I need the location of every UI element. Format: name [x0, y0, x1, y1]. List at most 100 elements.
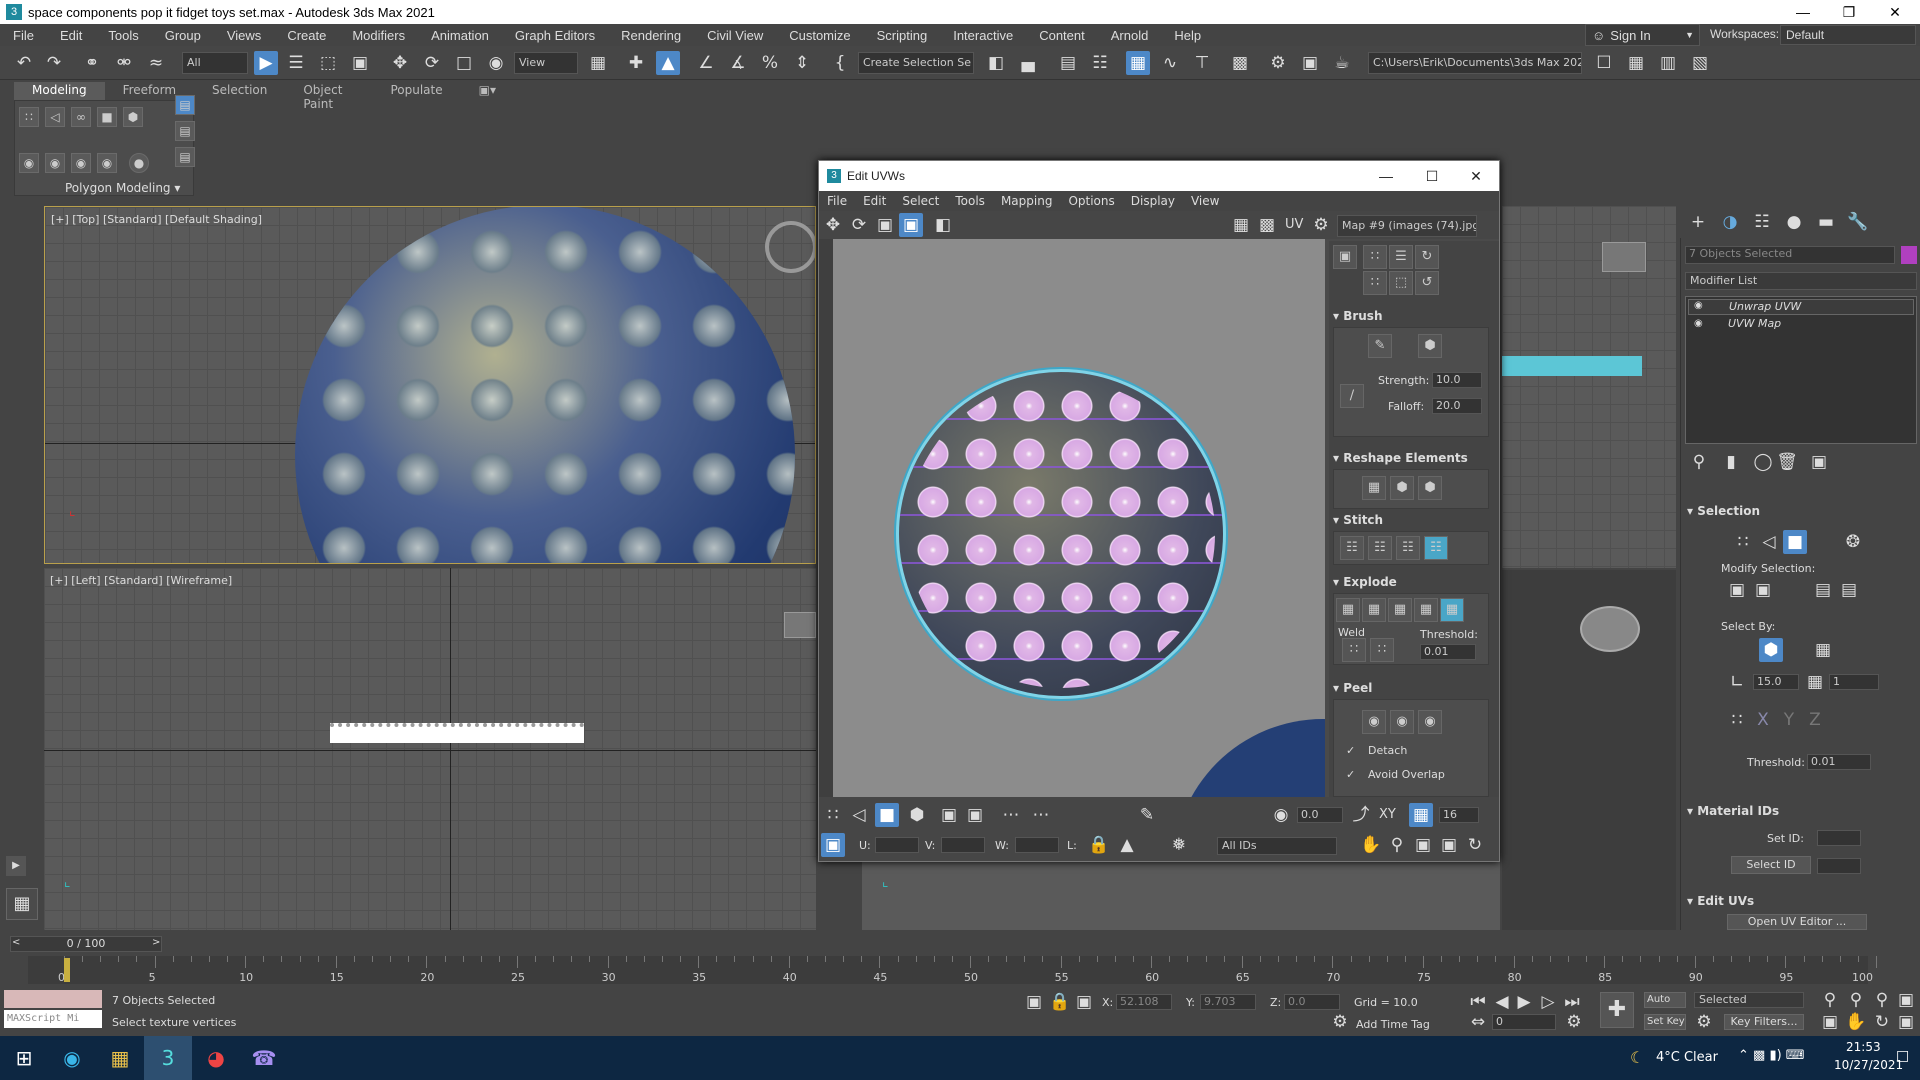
menu-views[interactable]: Views — [214, 28, 274, 43]
material-ids-rollout-header[interactable]: ▾ Material IDs — [1687, 804, 1779, 818]
reshape-header[interactable]: ▾ Reshape Elements — [1333, 451, 1468, 467]
make-unique-icon[interactable]: ◯ — [1751, 450, 1775, 474]
falloff-spinner[interactable]: 20.0 — [1432, 398, 1482, 414]
detach-icon[interactable]: ▦ — [1362, 598, 1386, 622]
auto-key-button[interactable]: Auto K... — [1644, 992, 1686, 1008]
key-mode-icon[interactable]: ⇔ — [1466, 1010, 1490, 1034]
move-icon[interactable]: ✥ — [388, 51, 412, 75]
constrain-icon[interactable]: ▤ — [175, 121, 195, 141]
menu-file[interactable]: File — [0, 28, 47, 43]
element-mode-icon[interactable]: ⬢ — [905, 803, 929, 827]
uvw-close-button[interactable]: ✕ — [1453, 161, 1499, 191]
viewport-top-label[interactable]: [+] [Top] [Standard] [Default Shading] — [51, 213, 262, 226]
menu-help[interactable]: Help — [1161, 28, 1214, 43]
scale-icon[interactable]: □ — [452, 51, 476, 75]
peel-header[interactable]: ▾ Peel — [1333, 681, 1372, 697]
uv-rotate-cw-icon[interactable]: ↻ — [1415, 245, 1439, 269]
edit-uvs-rollout-header[interactable]: ▾ Edit UVs — [1687, 894, 1754, 908]
vertex-icon[interactable]: ∷ — [19, 107, 39, 127]
selection-lock-icon[interactable]: 🔒 — [1048, 990, 1072, 1014]
project-icon[interactable]: ▧ — [1688, 51, 1712, 75]
selection-threshold-spinner[interactable]: 0.01 — [1807, 754, 1871, 770]
tab-object-paint[interactable]: Object Paint — [285, 82, 372, 111]
uv-scale-icon[interactable]: ▣ — [873, 213, 897, 237]
uv-freeform-icon[interactable]: ▣ — [899, 213, 923, 237]
zoom-nav-icon[interactable]: ⚲ — [1818, 988, 1842, 1012]
viewcube-perspective[interactable] — [1580, 606, 1640, 652]
minimize-button[interactable]: — — [1780, 0, 1826, 24]
menu-rendering[interactable]: Rendering — [608, 28, 694, 43]
maxscript-listener[interactable] — [4, 990, 102, 1008]
redo-icon[interactable]: ↷ — [42, 51, 66, 75]
uv-show-map-icon[interactable]: ▩ — [1255, 213, 1279, 237]
menu-scripting[interactable]: Scripting — [864, 28, 941, 43]
material-ids-dropdown[interactable]: All IDs — [1217, 837, 1337, 855]
polygon-modeling-label[interactable]: Polygon Modeling ▾ — [65, 181, 180, 195]
hierarchy-icon[interactable]: ▦ — [1624, 51, 1648, 75]
z-coord-field[interactable]: 0.0 — [1284, 994, 1340, 1010]
pin-stack-icon[interactable]: ▤ — [175, 147, 195, 167]
weather-icon[interactable]: ☾ — [1630, 1048, 1644, 1067]
uv-rotate-ccw-icon[interactable]: ↺ — [1415, 271, 1439, 295]
u-field[interactable] — [875, 837, 919, 853]
grid-count-spinner[interactable]: 16 — [1439, 807, 1479, 823]
element-icon[interactable]: ⬢ — [123, 107, 143, 127]
orbit-icon[interactable]: ↻ — [1870, 1010, 1894, 1034]
select-options-icon[interactable]: ❂ — [1841, 530, 1865, 554]
edge-icon[interactable]: ◁ — [45, 107, 65, 127]
zoom-extents-icon[interactable]: ⚲ — [1870, 988, 1894, 1012]
pin-stack-icon[interactable]: ⚲ — [1687, 450, 1711, 474]
detach-checkbox[interactable]: ✓ — [1346, 744, 1355, 757]
planar-angle-spinner[interactable]: 15.0 — [1753, 674, 1799, 690]
select-by-smoothing-icon[interactable]: ∷ — [1725, 708, 1749, 732]
named-selection-dropdown[interactable]: Create Selection Se — [858, 52, 974, 74]
peel-mode-icon[interactable]: ◉ — [1390, 710, 1414, 734]
explode-header[interactable]: ▾ Explode — [1333, 575, 1397, 591]
selection-filter-dropdown[interactable]: All — [182, 52, 248, 74]
rendered-frame-icon[interactable]: ▣ — [1298, 51, 1322, 75]
undo-icon[interactable]: ↶ — [12, 51, 36, 75]
window-crossing-icon[interactable]: ▣ — [348, 51, 372, 75]
planar-angle-icon[interactable]: ∟ — [1725, 670, 1749, 694]
select-count-spinner[interactable]: 1 — [1829, 674, 1879, 690]
start-icon[interactable]: ⊞ — [0, 1036, 48, 1080]
edge-select-icon[interactable]: ◁ — [1757, 530, 1781, 554]
uvw-menu-display[interactable]: Display — [1123, 194, 1183, 208]
uvw-menu-edit[interactable]: Edit — [855, 194, 894, 208]
zoom-all-icon[interactable]: ⚲ — [1844, 988, 1868, 1012]
uv-canvas-left-scroll[interactable] — [819, 239, 833, 797]
fidget-disc-top[interactable] — [295, 207, 795, 563]
eye-icon[interactable]: ◉ — [1694, 300, 1703, 311]
paint-relax-icon[interactable]: ⬢ — [1418, 334, 1442, 358]
x-axis-icon[interactable]: X — [1751, 708, 1775, 732]
vertex-select-icon[interactable]: ∷ — [1731, 530, 1755, 554]
x-coord-field[interactable]: 52.108 — [1116, 994, 1172, 1010]
uvw-menu-file[interactable]: File — [819, 194, 855, 208]
menu-customize[interactable]: Customize — [776, 28, 863, 43]
time-cursor[interactable] — [64, 958, 70, 982]
ring-selection-icon[interactable]: ⋯ — [1029, 803, 1053, 827]
object-name-field[interactable]: 7 Objects Selected — [1685, 246, 1895, 264]
uv-align-icon[interactable]: ∷ — [1363, 245, 1387, 269]
viewport-perspective[interactable] — [1502, 570, 1676, 930]
eye-icon[interactable]: ◉ — [1694, 318, 1703, 329]
shrink-icon[interactable]: ◉ — [45, 153, 65, 173]
uvw-menu-tools[interactable]: Tools — [947, 194, 993, 208]
configure-sets-icon[interactable]: ▣ — [1807, 450, 1831, 474]
viewcube-front[interactable] — [1602, 242, 1646, 272]
grow-selection-icon[interactable]: ▣ — [937, 803, 961, 827]
create-tab-icon[interactable]: + — [1686, 210, 1710, 234]
stitch-custom-icon[interactable]: ☷ — [1340, 536, 1364, 560]
absolute-transform-icon[interactable]: ▣ — [1072, 990, 1096, 1014]
uvw-minimize-button[interactable]: — — [1363, 161, 1409, 191]
weld-target-icon[interactable]: ∷ — [1370, 638, 1394, 662]
zoom-icon[interactable]: ⚲ — [1385, 833, 1409, 857]
pan-view-icon[interactable]: ✋ — [1844, 1010, 1868, 1034]
workspace-dropdown[interactable]: Default — [1780, 25, 1916, 45]
notifications-icon[interactable]: □ — [1896, 1048, 1909, 1064]
close-button[interactable]: ✕ — [1872, 0, 1918, 24]
menu-interactive[interactable]: Interactive — [940, 28, 1026, 43]
uvw-menu-mapping[interactable]: Mapping — [993, 194, 1061, 208]
edit-uvws-titlebar[interactable]: 3 Edit UVWs — ☐ ✕ — [819, 161, 1499, 191]
clock-date[interactable]: 10/27/2021 — [1834, 1058, 1903, 1072]
